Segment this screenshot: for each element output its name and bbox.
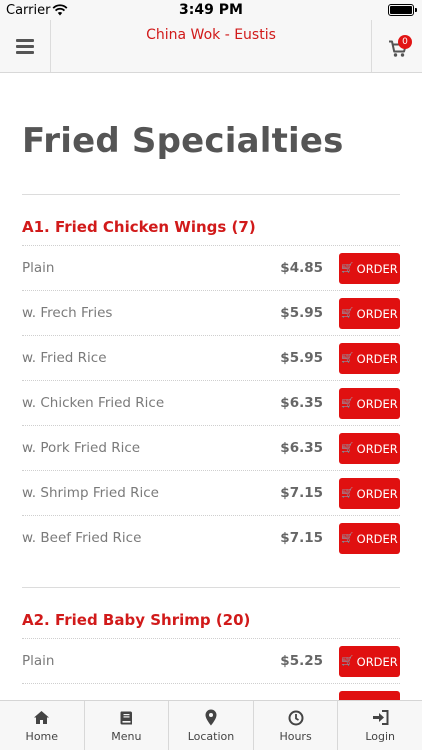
menu-item-row: w. Pork Fried Rice $6.35 🛒 ORDER: [22, 426, 400, 471]
order-button[interactable]: [339, 691, 400, 700]
tab-label: Menu: [111, 729, 142, 743]
menu-item-row: Plain $5.25 🛒 ORDER: [22, 639, 400, 684]
app-header: China Wok - Eustis 0: [0, 20, 422, 73]
order-label: ORDER: [356, 396, 398, 411]
tab-label: Location: [187, 729, 235, 743]
item-name: w. Pork Fried Rice: [22, 440, 141, 456]
order-button[interactable]: 🛒 ORDER: [339, 523, 400, 554]
section-title: A1. Fried Chicken Wings (7): [22, 218, 256, 236]
section-title: A2. Fried Baby Shrimp (20): [22, 611, 251, 629]
order-label: ORDER: [356, 486, 398, 501]
menu-item-row: w. Frech Fries $5.95 🛒 ORDER: [22, 291, 400, 336]
order-label: ORDER: [356, 531, 398, 546]
item-price: $4.85: [280, 260, 323, 276]
page-title: Fried Specialties: [22, 121, 344, 161]
order-button[interactable]: 🛒 ORDER: [339, 433, 400, 464]
item-name: w. Chicken Fried Rice: [22, 395, 165, 411]
status-time: 3:49 PM: [179, 2, 243, 18]
status-bar: Carrier 3:49 PM: [0, 0, 422, 20]
hamburger-icon: [16, 39, 34, 54]
cart-icon: 🛒: [341, 532, 354, 544]
cart-icon: 🛒: [341, 397, 354, 409]
cart-icon: 🛒: [341, 655, 354, 667]
order-button[interactable]: 🛒 ORDER: [339, 253, 400, 284]
tab-login[interactable]: Login: [338, 701, 422, 750]
item-price: $6.35: [280, 395, 323, 411]
menu-item-row: w. Fried Rice $5.95 🛒 ORDER: [22, 336, 400, 381]
item-price: $5.25: [280, 653, 323, 669]
cart-icon: 🛒: [341, 487, 354, 499]
cart-icon: 🛒: [341, 442, 354, 454]
bottom-tab-bar: Home Menu Location Hours Login: [0, 700, 422, 750]
order-label: ORDER: [356, 441, 398, 456]
item-name: w. Beef Fried Rice: [22, 530, 142, 546]
cart-count-badge: 0: [398, 35, 412, 49]
item-name: w. Shrimp Fried Rice: [22, 485, 159, 501]
tab-location[interactable]: Location: [169, 701, 254, 750]
cart-button[interactable]: 0: [371, 20, 422, 72]
home-icon: [33, 709, 50, 727]
order-button[interactable]: 🛒 ORDER: [339, 343, 400, 374]
map-marker-icon: [205, 709, 217, 727]
tab-menu[interactable]: Menu: [85, 701, 170, 750]
menu-content[interactable]: Fried Specialties A1. Fried Chicken Wing…: [0, 73, 422, 700]
divider: [22, 587, 400, 588]
tab-label: Hours: [279, 729, 312, 743]
order-button[interactable]: 🛒 ORDER: [339, 298, 400, 329]
clock-icon: [288, 709, 304, 727]
tab-home[interactable]: Home: [0, 701, 85, 750]
item-price: $5.95: [280, 305, 323, 321]
login-icon: [372, 709, 389, 727]
order-label: ORDER: [356, 351, 398, 366]
battery-icon: [388, 4, 417, 16]
order-button[interactable]: 🛒 ORDER: [339, 388, 400, 419]
menu-section: A2. Fried Baby Shrimp (20) Plain $5.25 🛒…: [22, 602, 400, 700]
tab-hours[interactable]: Hours: [254, 701, 339, 750]
menu-item-row: w. Shrimp Fried Rice $7.15 🛒 ORDER: [22, 471, 400, 516]
item-price: $7.15: [280, 485, 323, 501]
item-price: $5.95: [280, 350, 323, 366]
cart-icon: 🛒: [341, 352, 354, 364]
menu-button[interactable]: [0, 20, 51, 72]
order-label: ORDER: [356, 306, 398, 321]
item-name: Plain: [22, 653, 55, 669]
item-name: w. Frech Fries: [22, 305, 113, 321]
menu-item-row: Plain $4.85 🛒 ORDER: [22, 246, 400, 291]
tab-label: Login: [365, 729, 396, 743]
menu-item-row: w. Beef Fried Rice $7.15 🛒 ORDER: [22, 516, 400, 561]
restaurant-title: China Wok - Eustis: [146, 27, 276, 43]
divider: [22, 194, 400, 195]
order-label: ORDER: [356, 261, 398, 276]
menu-item-row: w. Chicken Fried Rice $6.35 🛒 ORDER: [22, 381, 400, 426]
cart-icon: 🛒: [341, 307, 354, 319]
menu-section: A1. Fried Chicken Wings (7) Plain $4.85 …: [22, 209, 400, 561]
item-price: $7.15: [280, 530, 323, 546]
book-icon: [118, 709, 134, 727]
order-button[interactable]: 🛒 ORDER: [339, 478, 400, 509]
item-name: Plain: [22, 260, 55, 276]
menu-item-row: [22, 684, 400, 700]
order-label: ORDER: [356, 654, 398, 669]
cart-icon: 🛒: [341, 262, 354, 274]
item-name: w. Fried Rice: [22, 350, 107, 366]
item-price: $6.35: [280, 440, 323, 456]
order-button[interactable]: 🛒 ORDER: [339, 646, 400, 677]
tab-label: Home: [25, 729, 59, 743]
